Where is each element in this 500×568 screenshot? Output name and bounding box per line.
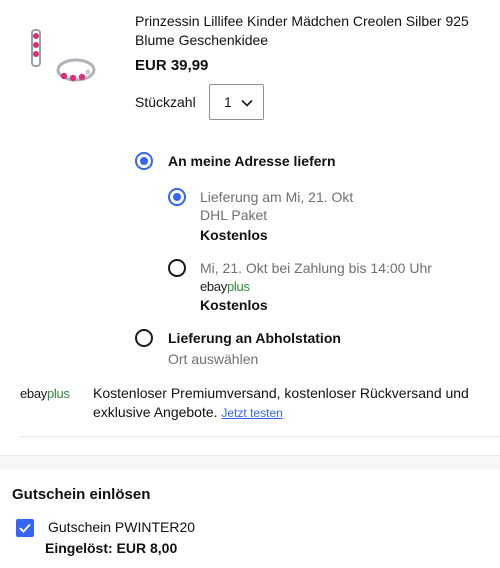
product-title[interactable]: Prinzessin Lillifee Kinder Mädchen Creol… xyxy=(135,12,490,50)
plus-logo-text: plus xyxy=(227,279,250,294)
chevron-down-icon xyxy=(241,94,253,110)
voucher-heading: Gutschein einlösen xyxy=(12,486,151,503)
delivery-option-carrier: DHL Paket xyxy=(200,207,268,223)
pickup-station-label: Lieferung an Abholstation xyxy=(168,330,341,346)
quantity-select[interactable]: 1 xyxy=(209,84,264,120)
ebay-plus-badge: ebayplus xyxy=(200,279,250,295)
checkmark-icon xyxy=(19,523,31,533)
radio-delivery-option-dhl[interactable] xyxy=(168,188,186,206)
delivery-option-express-cost: Kostenlos xyxy=(200,297,268,313)
radio-home-delivery[interactable] xyxy=(135,152,153,170)
radio-pickup-station[interactable] xyxy=(135,329,153,347)
ebay-plus-promo: Kostenloser Premiumversand, kostenloser … xyxy=(93,384,493,423)
section-divider xyxy=(20,436,500,437)
delivery-option-date: Lieferung am Mi, 21. Okt xyxy=(200,189,354,205)
product-price: EUR 39,99 xyxy=(135,57,209,74)
voucher-checkbox[interactable] xyxy=(16,519,34,537)
product-thumbnail[interactable] xyxy=(26,26,102,88)
home-delivery-label: An meine Adresse liefern xyxy=(168,153,336,169)
section-separator-band xyxy=(0,455,500,470)
quantity-label: Stückzahl xyxy=(135,94,196,110)
pickup-location-select[interactable]: Ort auswählen xyxy=(168,350,258,368)
ebay-logo-text: ebay xyxy=(200,279,227,294)
delivery-option-cost: Kostenlos xyxy=(200,227,268,243)
ebay-logo-text: ebay xyxy=(20,386,47,401)
try-ebay-plus-link[interactable]: Jetzt testen xyxy=(221,406,282,420)
voucher-code-label: Gutschein PWINTER20 xyxy=(48,519,196,535)
ebay-plus-logo: ebayplus xyxy=(20,386,70,402)
quantity-value: 1 xyxy=(224,94,232,110)
voucher-applied-amount: Eingelöst: EUR 8,00 xyxy=(45,540,178,556)
plus-logo-text: plus xyxy=(47,386,70,401)
delivery-option-express-date: Mi, 21. Okt bei Zahlung bis 14:00 Uhr xyxy=(200,260,432,276)
radio-delivery-option-express[interactable] xyxy=(168,259,186,277)
